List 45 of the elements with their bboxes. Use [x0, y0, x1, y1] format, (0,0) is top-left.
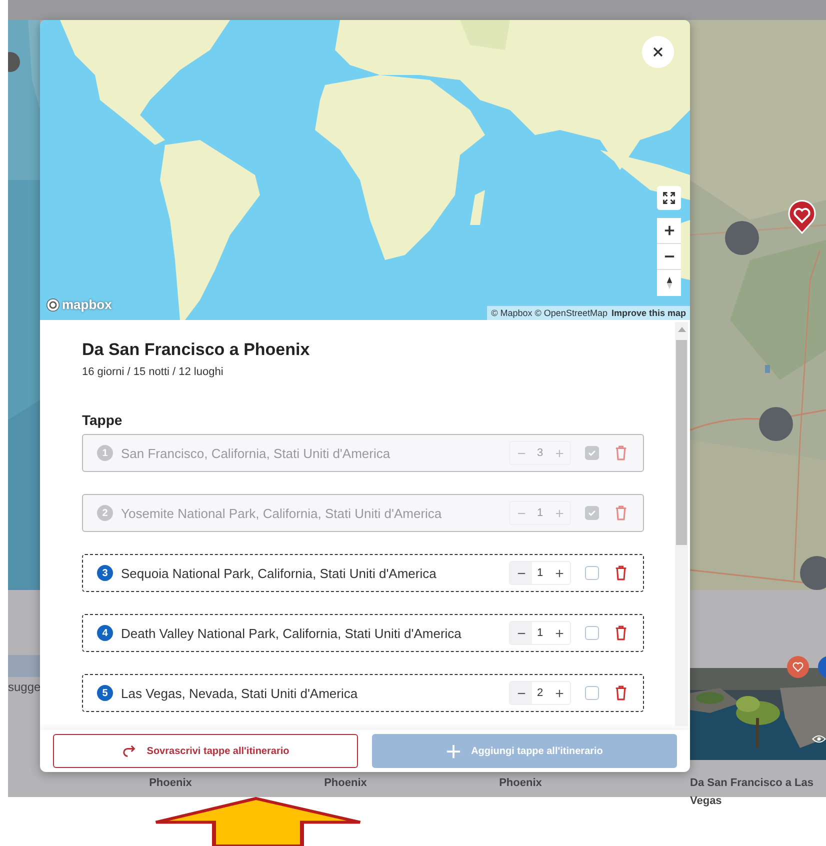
section-heading: Tappe — [82, 412, 124, 428]
night-count: 1 — [536, 507, 544, 519]
stop-name: Sequoia National Park, California, Stati Uniti d'America — [121, 566, 438, 580]
step-number: 4 — [97, 625, 113, 641]
stop-row[interactable]: 5 Las Vegas, Nevada, Stati Uniti d'America 2 — [82, 674, 644, 712]
trash-icon[interactable] — [615, 565, 627, 581]
list-item-background — [8, 655, 40, 677]
night-count: 1 — [536, 627, 544, 639]
scrollbar-thumb[interactable] — [676, 340, 687, 545]
step-number: 5 — [97, 685, 113, 701]
card-title[interactable]: Da San Francisco a Las Vegas — [690, 774, 826, 810]
plus-icon[interactable] — [554, 628, 564, 638]
stop-name: Yosemite National Park, California, Stati Uniti d'America — [121, 506, 443, 520]
favorite-button[interactable] — [787, 656, 809, 678]
step-number: 2 — [97, 505, 113, 521]
card-title[interactable]: Phoenix — [499, 774, 542, 792]
stop-row[interactable]: 3 Sequoia National Park, California, Stati Uniti d'America 1 — [82, 554, 644, 592]
night-count: 1 — [536, 567, 544, 579]
plus-icon[interactable] — [554, 688, 564, 698]
trip-summary: 16 giorni / 15 notti / 12 luoghi — [82, 365, 224, 380]
plus-icon[interactable] — [554, 568, 564, 578]
scroll-up-icon[interactable] — [678, 327, 686, 332]
checkbox[interactable] — [585, 686, 599, 700]
step-number: 3 — [97, 565, 113, 581]
action-button[interactable]: Sovrascrivi tappe all'itinerario — [53, 734, 358, 768]
step-number: 1 — [97, 445, 113, 461]
card-title[interactable]: Phoenix — [324, 774, 367, 792]
redo-icon[interactable] — [122, 744, 137, 758]
scrollbar[interactable] — [675, 322, 688, 726]
night-count: 2 — [536, 687, 544, 699]
checkbox[interactable] — [585, 626, 599, 640]
trash-icon[interactable] — [615, 685, 627, 701]
stop-row[interactable]: 4 Death Valley National Park, California, Stati Uniti d'America 1 — [82, 614, 644, 652]
heart-marker-icon[interactable] — [787, 200, 817, 234]
stop-name: Death Valley National Park, California, Stati Uniti d'America — [121, 626, 462, 640]
trash-icon[interactable] — [615, 625, 627, 641]
checkbox[interactable] — [585, 566, 599, 580]
card-title[interactable]: Phoenix — [149, 774, 192, 792]
stop-name: San Francisco, California, Stati Uniti d'America — [121, 446, 392, 460]
night-count: 3 — [536, 447, 544, 459]
eye-icon[interactable] — [812, 734, 826, 744]
trip-title: Da San Francisco a Phoenix — [82, 340, 311, 360]
hint-text: sugge — [8, 680, 41, 694]
stop-name: Las Vegas, Nevada, Stati Uniti d'America — [121, 686, 359, 700]
heart-icon[interactable] — [791, 660, 805, 674]
